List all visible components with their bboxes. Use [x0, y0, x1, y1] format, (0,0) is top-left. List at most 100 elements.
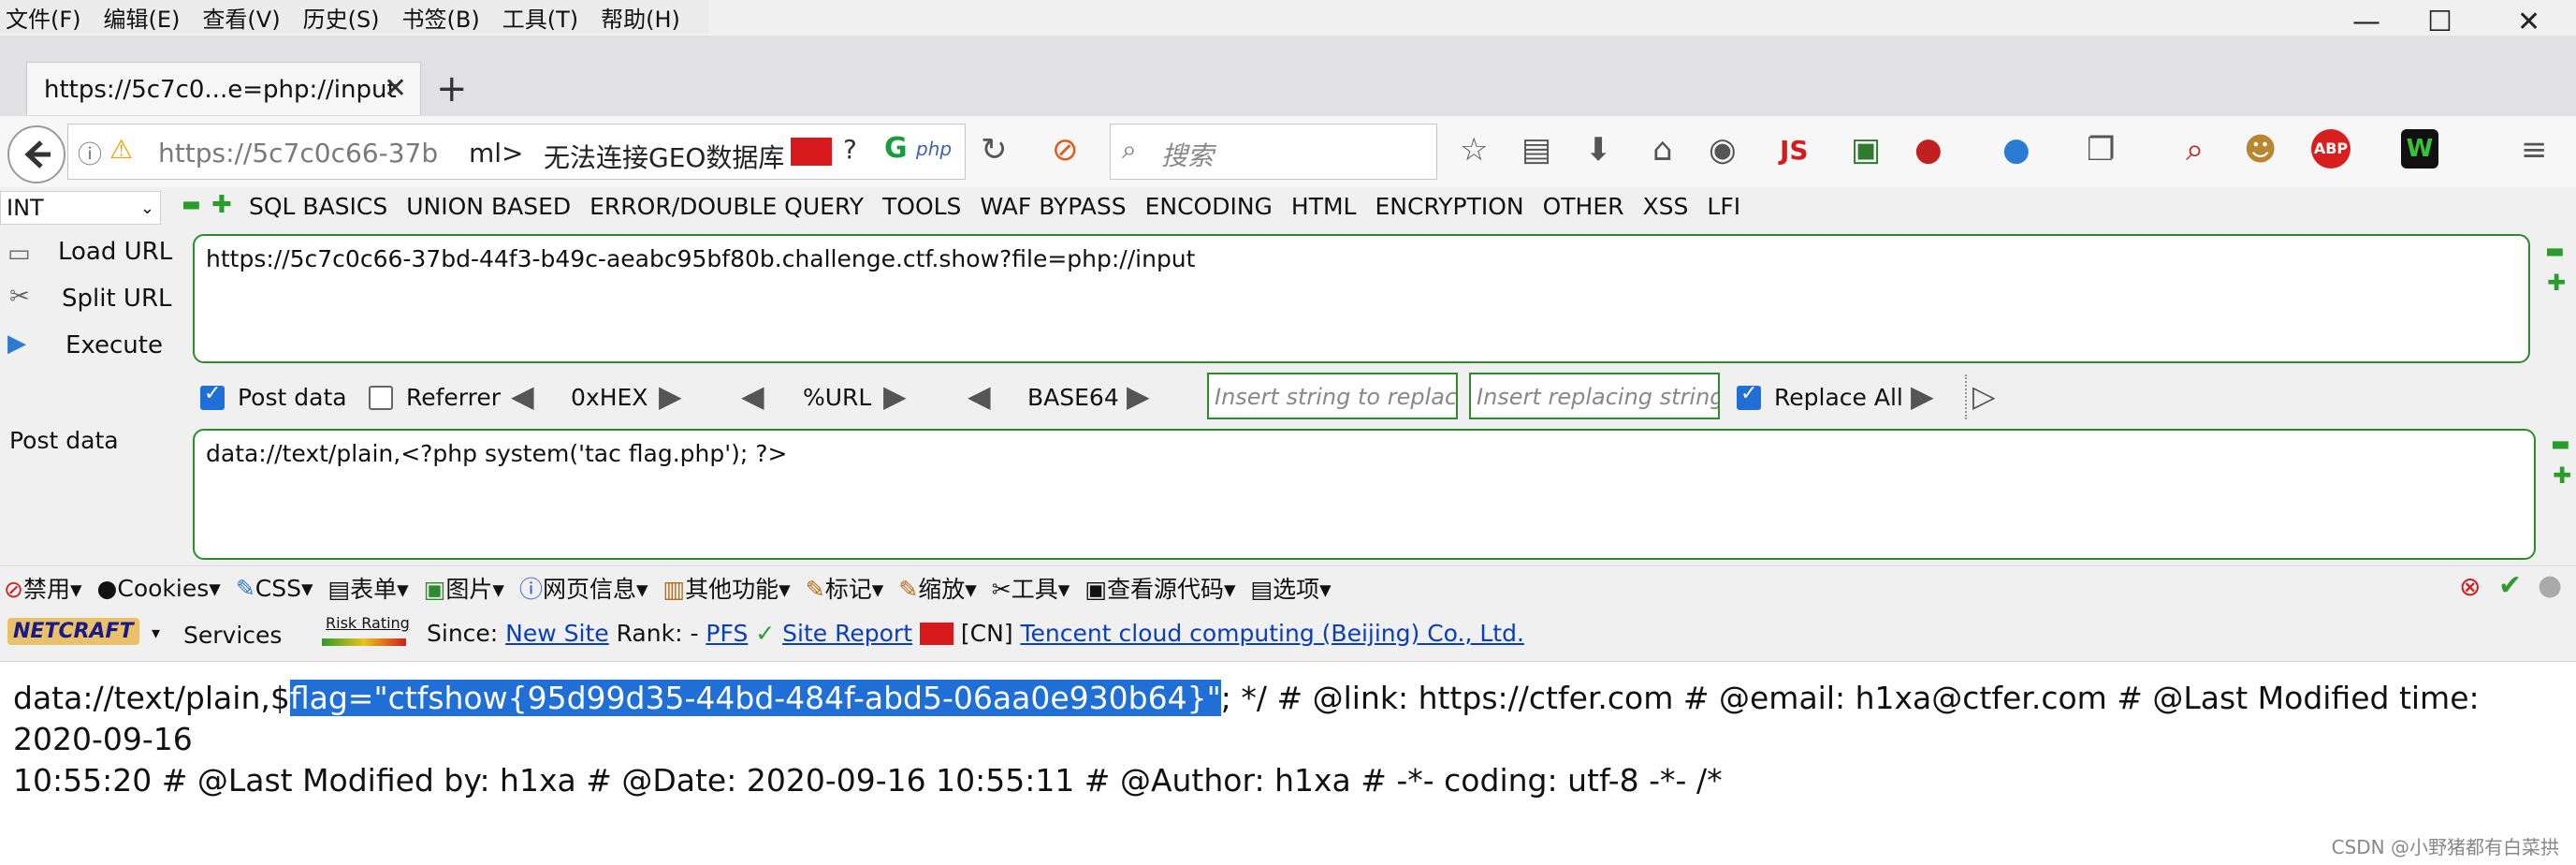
search-bar[interactable]: ⌕ 搜索 — [1110, 124, 1437, 180]
red-addon-icon[interactable]: ● — [1914, 131, 1943, 169]
webdev-outline-label: 标记 — [824, 576, 872, 603]
post-data-textarea[interactable]: data://text/plain,<?php system('tac flag… — [193, 429, 2536, 560]
webdev-resize[interactable]: ✎缩放▾ — [898, 571, 977, 605]
menu-edit[interactable]: 编辑(E) — [104, 1, 181, 34]
remove-icon[interactable]: ▬ — [182, 193, 201, 216]
shield-icon[interactable]: W — [2401, 129, 2438, 169]
menu-tools[interactable]: TOOLS — [882, 193, 961, 220]
menu-bookmarks[interactable]: 书签(B) — [402, 1, 480, 34]
webdev-options[interactable]: ▤选项▾ — [1251, 571, 1332, 605]
menu-html[interactable]: HTML — [1291, 193, 1357, 220]
menu-other[interactable]: OTHER — [1543, 193, 1624, 220]
copy-icon[interactable]: ❐ — [2087, 131, 2115, 169]
menu-lfi[interactable]: LFI — [1707, 193, 1740, 220]
menu-view[interactable]: 查看(V) — [202, 1, 280, 34]
webdev-view-source[interactable]: ▣查看源代码▾ — [1084, 571, 1235, 605]
hex-encode-arrow-icon[interactable]: ▶ — [659, 378, 682, 414]
menu-history[interactable]: 历史(S) — [303, 1, 380, 34]
menu-waf-bypass[interactable]: WAF BYPASS — [980, 193, 1126, 220]
url-textarea[interactable]: https://5c7c0c66-37bd-44f3-b49c-aeabc95b… — [193, 234, 2530, 363]
monkey-icon[interactable]: ☻ — [2244, 131, 2277, 169]
tab-active[interactable]: https://5c7c0...e=php://input ✕ — [26, 62, 421, 115]
url-remove-icon[interactable]: ▬ — [2545, 240, 2565, 263]
webdev-outline[interactable]: ✎标记▾ — [806, 571, 884, 605]
url-add-icon[interactable]: ✚ — [2547, 270, 2566, 296]
hosting-link[interactable]: Tencent cloud computing (Beijing) Co., L… — [1021, 620, 1524, 647]
webdev-css[interactable]: ✎CSS▾ — [236, 575, 313, 602]
hex-decode-arrow-icon[interactable]: ◀ — [511, 378, 534, 414]
error-icon[interactable]: ⊗ — [2459, 571, 2481, 602]
type-select[interactable]: INT ⌄ — [0, 191, 161, 225]
replacing-string-input[interactable]: Insert replacing string — [1469, 373, 1720, 419]
webdev-forms[interactable]: ▤表单▾ — [328, 571, 409, 605]
menu-sql-basics[interactable]: SQL BASICS — [249, 193, 387, 220]
webdev-info[interactable]: ⓘ网页信息▾ — [519, 571, 648, 605]
referrer-option[interactable]: Referrer — [369, 384, 501, 411]
url-bar[interactable]: ⓘ ⚠ https://5c7c0c66-37b ml> 无法连接GEO数据库 … — [67, 124, 966, 180]
reload-icon[interactable]: ↻ — [981, 131, 1008, 169]
webdev-disable[interactable]: ⊘禁用▾ — [4, 571, 82, 605]
js-icon[interactable]: JS — [1780, 135, 1809, 166]
webdev-images[interactable]: ▣图片▾ — [424, 571, 504, 605]
post-data-checkbox[interactable] — [200, 382, 225, 410]
url-encode-arrow-icon[interactable]: ▶ — [883, 378, 907, 414]
tab-close-icon[interactable]: ✕ — [384, 72, 407, 105]
services-menu[interactable]: Services — [183, 622, 282, 649]
menu-file[interactable]: 文件(F) — [6, 1, 81, 34]
new-tab-button[interactable]: + — [436, 67, 468, 110]
search-input[interactable]: 搜索 — [1161, 136, 1214, 173]
menu-encryption[interactable]: ENCRYPTION — [1375, 193, 1524, 220]
post-data-option[interactable]: Post data — [200, 382, 347, 411]
base64-encode-arrow-icon[interactable]: ▶ — [1127, 378, 1150, 414]
base64-decode-arrow-icon[interactable]: ◀ — [968, 378, 991, 414]
split-url-button[interactable]: Split URL — [62, 285, 172, 313]
webdev-resize-label: 缩放 — [918, 576, 966, 603]
menu-union-based[interactable]: UNION BASED — [406, 193, 571, 220]
referrer-checkbox[interactable] — [369, 385, 393, 410]
adblock-icon[interactable]: ABP — [2311, 129, 2350, 169]
pfs-link[interactable]: PFS — [706, 620, 748, 647]
image-icon[interactable]: ▣ — [1851, 131, 1881, 169]
status-circle-icon[interactable]: ● — [2538, 569, 2562, 602]
replace-all-checkbox[interactable] — [1737, 382, 1761, 410]
site-report-link[interactable]: Site Report — [782, 620, 912, 647]
post-remove-icon[interactable]: ▬ — [2551, 432, 2570, 456]
risk-rating-label: Risk Rating — [326, 614, 410, 632]
google-icon[interactable]: ● — [2002, 131, 2030, 169]
noscript-icon[interactable]: ⊘ — [1052, 131, 1079, 169]
replace-all-option[interactable]: Replace All — [1737, 382, 1903, 411]
home-icon[interactable]: ⌂ — [1652, 131, 1673, 169]
menu-tools[interactable]: 工具(T) — [502, 1, 578, 34]
menu-xss[interactable]: XSS — [1643, 193, 1689, 220]
menu-error-double-query[interactable]: ERROR/DOUBLE QUERY — [589, 193, 864, 220]
post-add-icon[interactable]: ✚ — [2553, 462, 2571, 489]
chevron-down-icon[interactable]: ▾ — [152, 623, 160, 643]
check-icon[interactable]: ✔ — [2498, 569, 2522, 602]
download-icon[interactable]: ⬇ — [1585, 131, 1612, 169]
replace-arrow-icon[interactable]: ▶ — [1911, 378, 1934, 414]
url-decode-arrow-icon[interactable]: ◀ — [741, 378, 764, 414]
since-link[interactable]: New Site — [505, 620, 608, 647]
maximize-button[interactable]: ☐ — [2427, 6, 2452, 38]
close-window-button[interactable]: ✕ — [2517, 6, 2540, 38]
webdev-misc[interactable]: ▥其他功能▾ — [663, 571, 791, 605]
minimize-button[interactable]: — — [2352, 6, 2380, 38]
bookmark-star-icon[interactable]: ☆ — [1460, 131, 1488, 169]
magnifier-icon[interactable]: ⌕ — [2186, 131, 2204, 169]
info-icon[interactable]: ⓘ — [78, 136, 102, 170]
replace-right-arrow-icon[interactable]: ▷ — [1972, 378, 1996, 414]
replace-string-input[interactable]: Insert string to replace — [1207, 373, 1458, 419]
menu-icon[interactable]: ≡ — [2521, 131, 2548, 169]
back-button[interactable] — [7, 125, 65, 183]
reader-icon[interactable]: ▤ — [1521, 131, 1551, 169]
risk-rating[interactable]: Risk Rating — [318, 612, 412, 652]
menu-encoding[interactable]: ENCODING — [1145, 193, 1273, 220]
menu-help[interactable]: 帮助(H) — [601, 1, 680, 34]
webdev-tools[interactable]: ✂工具▾ — [992, 571, 1070, 605]
globe-icon[interactable]: ◉ — [1709, 131, 1737, 169]
webdev-cookies[interactable]: ●Cookies▾ — [97, 575, 221, 602]
load-url-button[interactable]: Load URL — [58, 238, 172, 266]
netcraft-logo[interactable]: NETCRAFT — [7, 618, 139, 645]
add-icon[interactable]: ✚ — [211, 191, 232, 219]
execute-button[interactable]: Execute — [65, 331, 163, 359]
